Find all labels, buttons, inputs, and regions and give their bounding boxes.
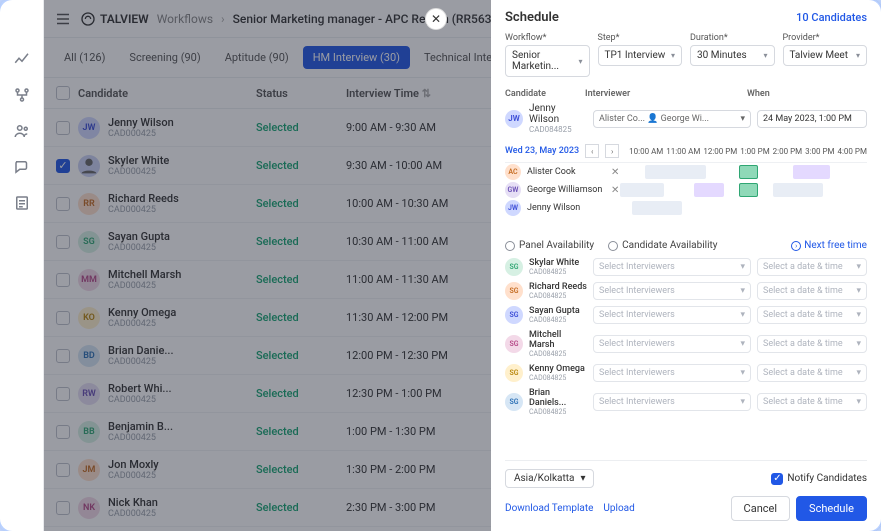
datetime-select[interactable]: Select a date & time▾ — [757, 335, 867, 353]
chat-icon[interactable] — [13, 158, 31, 176]
duration-select[interactable]: 30 Minutes▾ — [690, 45, 775, 66]
users-icon[interactable] — [13, 122, 31, 140]
candidate-schedule-row: SGBrian Daniels...CAD084825Select Interv… — [505, 385, 867, 419]
candidate-schedule-row: SGMitchell MarshCAD084825Select Intervie… — [505, 327, 867, 361]
notify-checkbox[interactable]: ✓ — [771, 473, 783, 485]
interviewer-select[interactable]: Alister Co... 👤 George Wi...▾ — [593, 110, 751, 128]
date-nav: Wed 23, May 2023 ‹ › 10:00 AM11:00 AM12:… — [505, 144, 867, 158]
step-select[interactable]: TP1 Interview▾ — [598, 45, 683, 66]
candidate-availability-radio[interactable]: Candidate Availability — [608, 240, 717, 251]
interviewer-select[interactable]: Select Interviewers▾ — [593, 258, 751, 276]
datetime-select[interactable]: Select a date & time▾ — [757, 364, 867, 382]
remove-interviewer[interactable]: ✕ — [611, 167, 619, 178]
prev-day-button[interactable]: ‹ — [585, 144, 599, 158]
remove-interviewer[interactable]: ✕ — [611, 185, 619, 196]
datetime-input[interactable]: 24 May 2023, 1:00 PM — [757, 110, 867, 128]
datetime-select[interactable]: Select a date & time▾ — [757, 306, 867, 324]
interviewer-select[interactable]: Select Interviewers▾ — [593, 282, 751, 300]
hierarchy-icon[interactable] — [13, 86, 31, 104]
candidate-schedule-row: SGSayan GuptaCAD084825Select Interviewer… — [505, 303, 867, 327]
download-template-link[interactable]: Download Template — [505, 503, 593, 514]
candidate-schedule-row: SGRichard ReedsCAD084825Select Interview… — [505, 279, 867, 303]
schedule-button[interactable]: Schedule — [796, 496, 867, 521]
provider-select[interactable]: Talview Meet▾ — [783, 45, 868, 66]
availability-grid: ACAlister Cook✕GWGeorge Williamson✕JWJen… — [505, 162, 867, 230]
candidate-count-link[interactable]: 10 Candidates — [796, 11, 867, 24]
interviewer-select[interactable]: Select Interviewers▾ — [593, 306, 751, 324]
sidebar — [0, 0, 44, 531]
datetime-select[interactable]: Select a date & time▾ — [757, 258, 867, 276]
candidate-schedule-row: SGKenny OmegaCAD084825Select Interviewer… — [505, 361, 867, 385]
workflow-select[interactable]: Senior Marketin...▾ — [505, 45, 590, 77]
datetime-select[interactable]: Select a date & time▾ — [757, 393, 867, 411]
panel-availability-radio[interactable]: Panel Availability — [505, 240, 594, 251]
close-button[interactable]: ✕ — [425, 8, 447, 30]
datetime-select[interactable]: Select a date & time▾ — [757, 282, 867, 300]
interviewer-select[interactable]: Select Interviewers▾ — [593, 393, 751, 411]
next-day-button[interactable]: › — [605, 144, 619, 158]
interviewer-select[interactable]: Select Interviewers▾ — [593, 364, 751, 382]
schedule-panel: Schedule 10 Candidates Workflow*Senior M… — [491, 0, 881, 531]
interviewer-select[interactable]: Select Interviewers▾ — [593, 335, 751, 353]
timezone-select[interactable]: Asia/Kolkatta▾ — [505, 469, 594, 488]
candidate-schedule-row: SGSkylar WhiteCAD084825Select Interviewe… — [505, 255, 867, 279]
chart-icon[interactable] — [13, 50, 31, 68]
panel-title: Schedule — [505, 10, 559, 25]
document-icon[interactable] — [13, 194, 31, 212]
avatar: JW — [505, 110, 523, 128]
next-free-time-link[interactable]: ›Next free time — [791, 240, 867, 251]
upload-link[interactable]: Upload — [603, 503, 634, 514]
primary-candidate-row: JW Jenny WilsonCAD084825 Alister Co... 👤… — [505, 103, 867, 134]
cancel-button[interactable]: Cancel — [731, 496, 790, 521]
